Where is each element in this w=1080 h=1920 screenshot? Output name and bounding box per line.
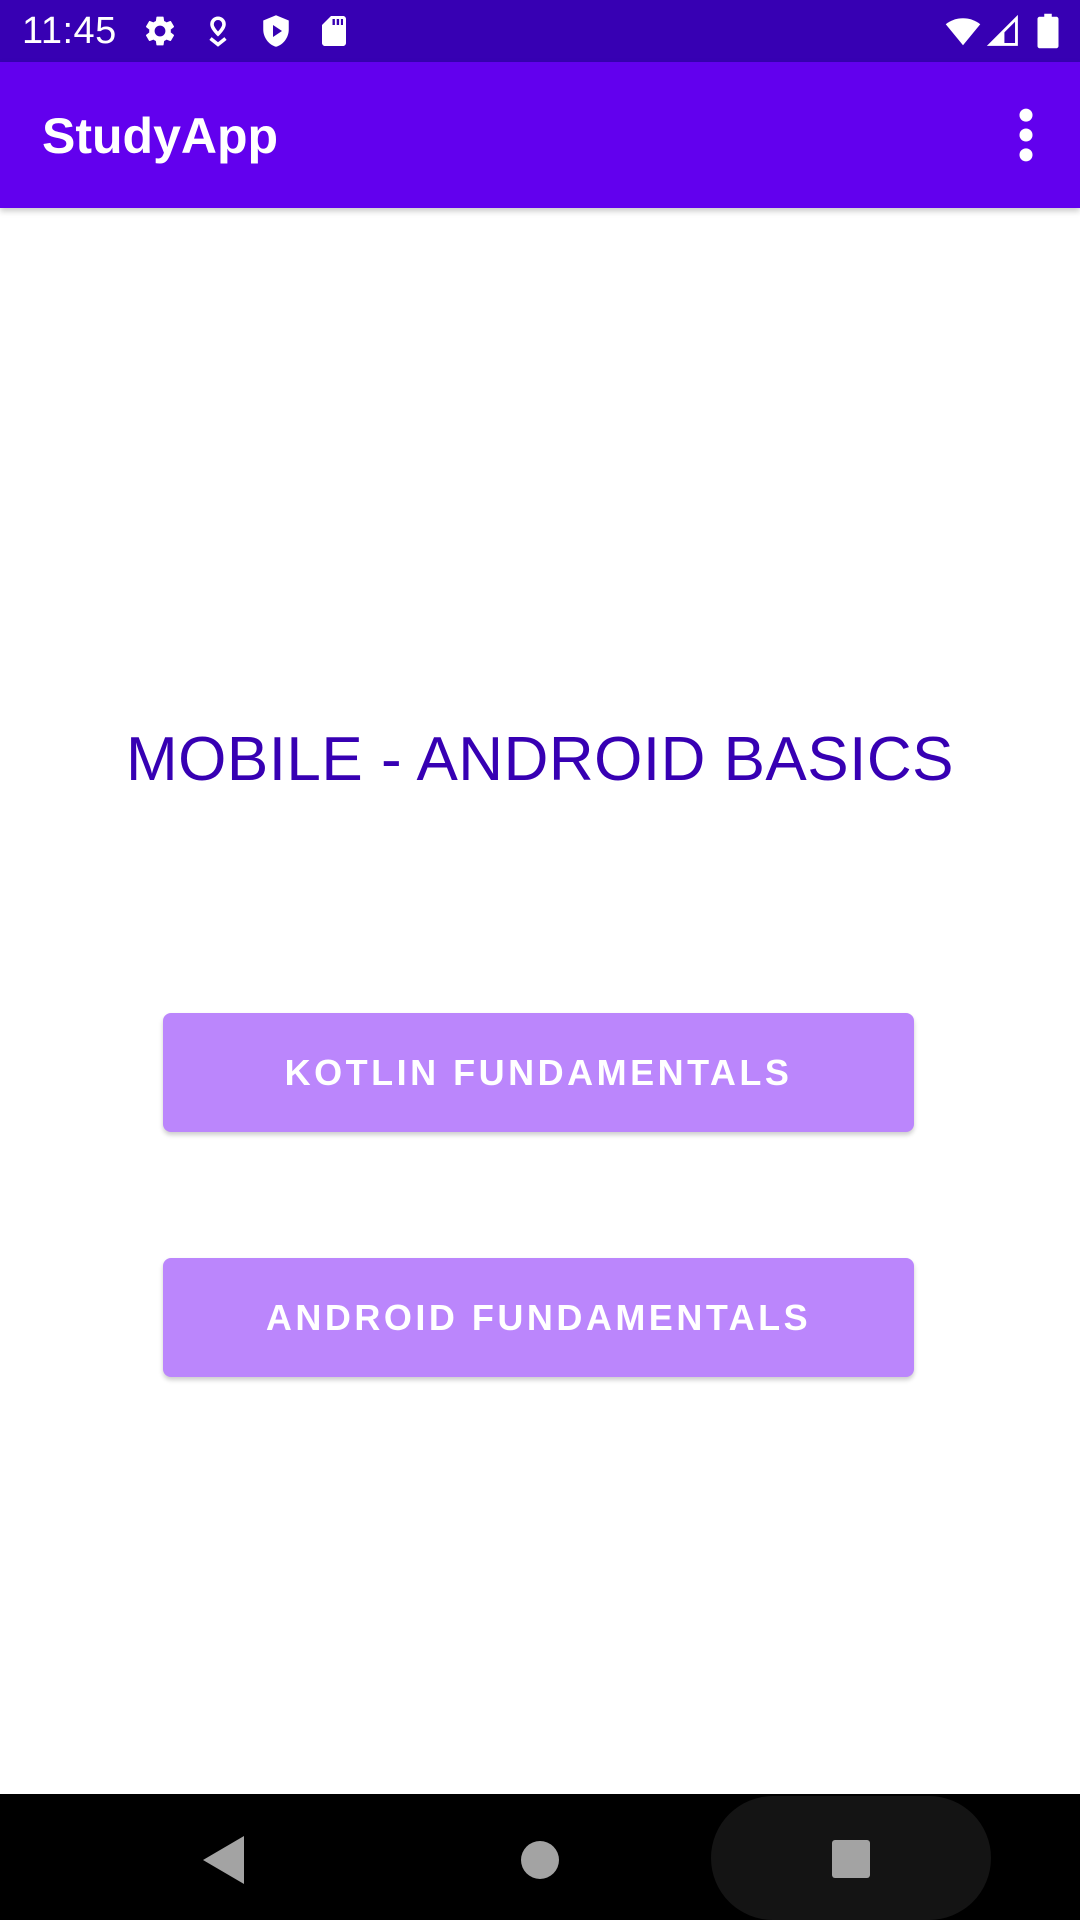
app-screen: 11:45 StudyApp MOBILE - ANDROID BASICS K…: [0, 0, 1080, 1920]
app-bar: StudyApp: [0, 62, 1080, 208]
more-vertical-icon[interactable]: [992, 101, 1060, 169]
home-circle-icon[interactable]: [518, 1838, 562, 1882]
status-bar: 11:45: [0, 0, 1080, 62]
wifi-icon: [944, 13, 982, 49]
android-fundamentals-button[interactable]: ANDROID FUNDAMENTALS: [163, 1258, 914, 1377]
battery-icon: [1034, 13, 1062, 49]
status-time: 11:45: [22, 10, 117, 52]
location-pin-icon: [200, 13, 236, 49]
page-heading: MOBILE - ANDROID BASICS: [125, 725, 954, 794]
back-triangle-icon[interactable]: [200, 1834, 246, 1886]
navigation-bar: [0, 1794, 1080, 1920]
kotlin-fundamentals-button[interactable]: KOTLIN FUNDAMENTALS: [163, 1013, 914, 1132]
cell-signal-icon: [986, 13, 1020, 49]
app-title: StudyApp: [42, 108, 279, 164]
recents-square-icon[interactable]: [828, 1836, 874, 1882]
sd-card-icon: [316, 13, 352, 49]
settings-gear-icon: [142, 13, 178, 49]
shield-play-icon: [258, 13, 294, 49]
